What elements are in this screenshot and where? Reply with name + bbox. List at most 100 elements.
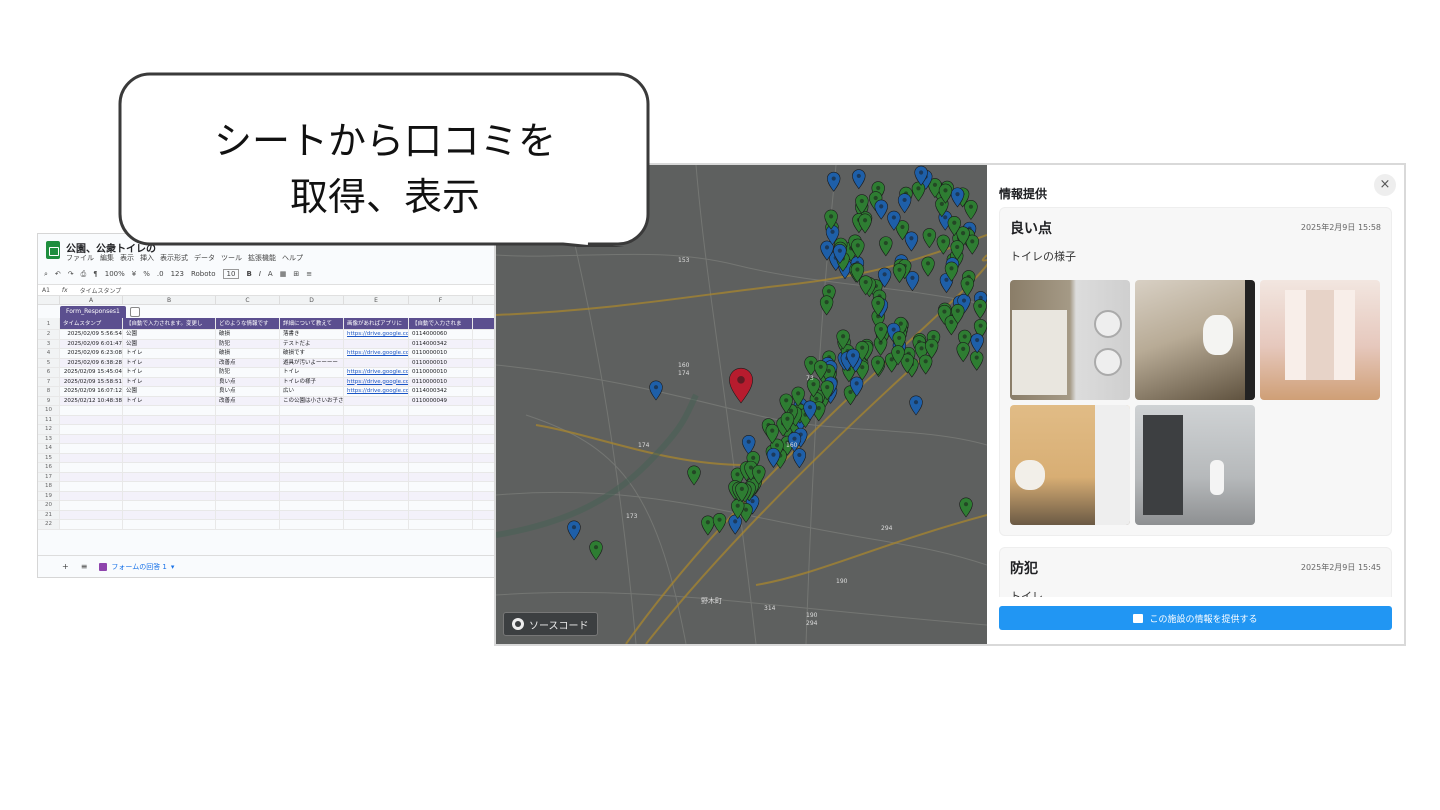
column-e[interactable]: E [344, 296, 409, 304]
empty-cell[interactable] [123, 520, 216, 529]
empty-cell[interactable] [60, 491, 123, 500]
row-number[interactable]: 12 [38, 425, 60, 434]
row-number[interactable]: 6 [38, 368, 60, 377]
row-number[interactable]: 16 [38, 463, 60, 472]
table-cell[interactable]: 落書き [280, 330, 344, 339]
review-photo[interactable] [1135, 405, 1255, 525]
map-pin[interactable] [921, 256, 935, 277]
undo-icon[interactable]: ↶ [55, 270, 61, 278]
map-pin[interactable] [960, 276, 975, 297]
table-cell[interactable]: https://drive.google.com [344, 368, 409, 377]
empty-cell[interactable] [60, 501, 123, 510]
table-header-cell[interactable]: 画像があればアプリに [344, 318, 409, 329]
add-sheet-button[interactable]: + [62, 562, 69, 571]
empty-cell[interactable] [344, 425, 409, 434]
empty-cell[interactable] [60, 520, 123, 529]
empty-cell[interactable] [280, 491, 344, 500]
menu-help[interactable]: ヘルプ [282, 253, 303, 263]
all-sheets-button[interactable]: ≡ [81, 562, 88, 571]
empty-cell[interactable] [409, 482, 473, 491]
table-settings-icon[interactable] [130, 307, 140, 317]
zoom-select[interactable]: 100% [105, 270, 125, 278]
empty-cell[interactable] [344, 415, 409, 424]
empty-cell[interactable] [60, 406, 123, 415]
sheet-tab[interactable]: フォームの回答 1 ▾ [99, 562, 174, 572]
menu-file[interactable]: ファイル [66, 253, 94, 263]
borders-icon[interactable]: ⊞ [293, 270, 299, 278]
table-cell[interactable]: 0110000010 [409, 358, 473, 367]
row-number[interactable]: 20 [38, 501, 60, 510]
empty-cell[interactable] [216, 434, 280, 443]
empty-cell[interactable] [123, 501, 216, 510]
fill-color-icon[interactable]: ▦ [280, 270, 287, 278]
map-pin[interactable] [728, 514, 742, 535]
align-icon[interactable]: ≡ [306, 270, 312, 278]
column-c[interactable]: C [216, 296, 280, 304]
row-number[interactable]: 10 [38, 406, 60, 415]
map-pin[interactable] [970, 333, 984, 354]
table-cell[interactable]: 良い点 [216, 377, 280, 386]
map-pin[interactable] [589, 540, 603, 561]
table-cell[interactable]: https://drive.google.com [344, 387, 409, 396]
column-d[interactable]: D [280, 296, 344, 304]
table-cell[interactable]: 0114000342 [409, 387, 473, 396]
empty-cell[interactable] [344, 463, 409, 472]
map-pin[interactable] [701, 515, 715, 536]
print-icon[interactable]: ⎙ [81, 270, 87, 279]
map-pin[interactable] [879, 236, 893, 257]
more-formats-button[interactable]: 123 [171, 270, 184, 278]
source-code-button[interactable]: ソースコード [503, 612, 598, 636]
table-header-cell[interactable]: どのような情報です [216, 318, 280, 329]
empty-cell[interactable] [344, 472, 409, 481]
table-cell[interactable]: 公園 [123, 339, 216, 348]
row-number[interactable]: 4 [38, 349, 60, 358]
table-cell[interactable] [344, 396, 409, 405]
table-cell[interactable]: トイレ [123, 377, 216, 386]
empty-cell[interactable] [123, 472, 216, 481]
empty-cell[interactable] [344, 434, 409, 443]
review-photo[interactable] [1010, 405, 1130, 525]
table-header-cell[interactable]: タイムスタンプ [60, 318, 123, 329]
map-pin[interactable] [909, 395, 923, 416]
formula-input[interactable]: タイムスタンプ [80, 286, 122, 295]
review-photo[interactable] [1135, 280, 1255, 400]
row-number[interactable]: 21 [38, 510, 60, 519]
submit-info-button[interactable]: この施設の情報を提供する [999, 606, 1392, 630]
empty-cell[interactable] [280, 406, 344, 415]
text-color-button[interactable]: A [268, 270, 273, 278]
row-number[interactable]: 2 [38, 330, 60, 339]
empty-cell[interactable] [409, 425, 473, 434]
review-list[interactable]: 良い点 2025年2月9日 15:58 トイレの様子 防犯 2025年2月9日 … [999, 207, 1392, 597]
empty-cell[interactable] [344, 482, 409, 491]
table-cell[interactable]: 0110000010 [409, 349, 473, 358]
empty-cell[interactable] [123, 415, 216, 424]
table-cell[interactable]: トイレ [123, 368, 216, 377]
map-pin[interactable] [819, 295, 834, 316]
row-number[interactable]: 9 [38, 396, 60, 405]
map-pin[interactable] [904, 231, 919, 252]
empty-cell[interactable] [123, 406, 216, 415]
column-a[interactable]: A [60, 296, 123, 304]
table-cell[interactable]: 公園 [123, 330, 216, 339]
row-number[interactable]: 18 [38, 482, 60, 491]
row-number[interactable]: 22 [38, 520, 60, 529]
table-cell[interactable]: 広い [280, 387, 344, 396]
decimal-button[interactable]: .0 [157, 270, 164, 278]
map-pin[interactable] [959, 497, 973, 518]
table-cell[interactable]: 0110000010 [409, 377, 473, 386]
map-pin[interactable] [874, 199, 888, 220]
empty-cell[interactable] [409, 415, 473, 424]
row-number[interactable]: 5 [38, 358, 60, 367]
currency-format-button[interactable]: ¥ [132, 270, 136, 278]
empty-cell[interactable] [409, 510, 473, 519]
empty-cell[interactable] [60, 463, 123, 472]
menu-view[interactable]: 表示 [120, 253, 134, 263]
table-header-cell[interactable]: 詳細について教えて [280, 318, 344, 329]
italic-button[interactable]: I [259, 270, 261, 278]
paint-format-icon[interactable]: ¶ [93, 270, 97, 278]
menu-tools[interactable]: ツール [221, 253, 242, 263]
map-pin[interactable] [826, 171, 841, 192]
table-cell[interactable]: 破損です [280, 349, 344, 358]
table-cell[interactable]: トイレ [280, 368, 344, 377]
empty-cell[interactable] [280, 425, 344, 434]
